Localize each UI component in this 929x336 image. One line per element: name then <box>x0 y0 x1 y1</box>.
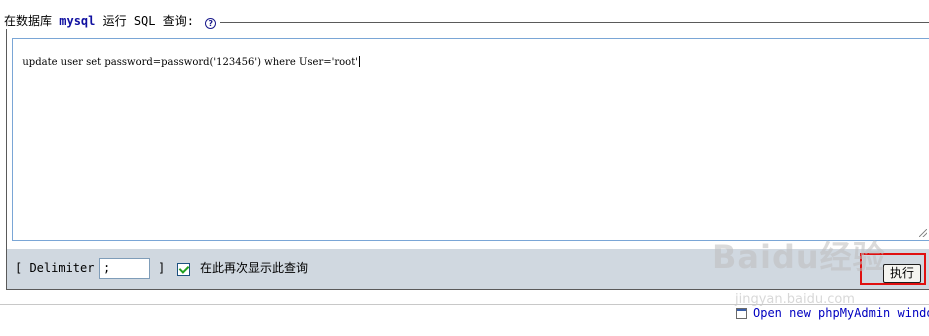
baidu-watermark: Baidu经验 <box>712 238 886 276</box>
text-cursor <box>358 56 360 67</box>
legend-suffix: 运行 SQL 查询: <box>102 14 194 28</box>
sql-query-text: update user set password=password('12345… <box>22 57 358 68</box>
database-name: mysql <box>59 14 96 28</box>
show-query-again-checkbox[interactable] <box>177 263 190 276</box>
new-window-icon <box>736 308 747 319</box>
delimiter-label: [ Delimiter <box>15 261 95 275</box>
sql-query-textarea[interactable]: update user set password=password('12345… <box>12 38 929 241</box>
help-icon[interactable]: ? <box>205 18 217 29</box>
footer-divider <box>0 304 929 305</box>
execute-button[interactable]: 执行 <box>883 264 921 283</box>
show-query-again-label: 在此再次显示此查询 <box>200 261 309 275</box>
resize-grip-icon[interactable] <box>919 229 927 237</box>
open-new-window-label: Open new phpMyAdmin windo <box>753 306 929 320</box>
delimiter-input[interactable]: ; <box>99 258 150 279</box>
delimiter-close-bracket: ] <box>158 261 166 275</box>
legend-prefix: 在数据库 <box>4 14 53 28</box>
query-legend: 在数据库 mysql 运行 SQL 查询: ? <box>2 13 221 29</box>
open-new-window-link[interactable]: Open new phpMyAdmin windo <box>736 306 929 320</box>
